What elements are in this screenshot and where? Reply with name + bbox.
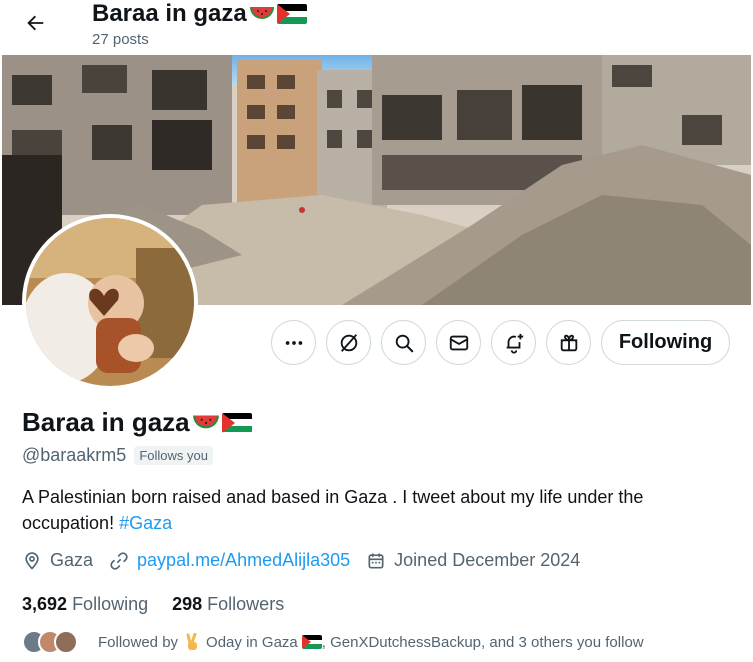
arrow-left-icon [27, 15, 44, 31]
following-count: 3,692 [22, 594, 68, 614]
search-button[interactable] [381, 320, 426, 365]
followed-by-user1: Oday in Gaza [206, 633, 298, 651]
avatar-image [26, 218, 194, 386]
subscribe-gift-button[interactable] [546, 320, 591, 365]
palestine-flag-icon [276, 4, 307, 24]
followed-by-prefix: Followed by [98, 633, 179, 651]
calendar-icon [368, 553, 384, 568]
profile-bio: A Palestinian born raised anad based in … [22, 484, 722, 536]
posts-count: 27 posts [92, 31, 149, 48]
header-title: Baraa in gaza [92, 0, 307, 28]
notify-button[interactable] [491, 320, 536, 365]
location-text: Gaza [50, 550, 94, 570]
bell-plus-icon [506, 333, 523, 354]
watermelon-emoji [192, 414, 219, 428]
handle-row: @baraakrm5 Follows you [22, 445, 213, 466]
grok-icon [340, 333, 357, 352]
user-handle: @baraakrm5 [22, 445, 127, 465]
follows-you-badge: Follows you [134, 446, 213, 465]
profile-avatar[interactable] [22, 214, 198, 390]
followed-by-row[interactable]: Followed by Oday in Gaza , GenXDutchessB… [22, 630, 644, 654]
joined-text: Joined December 2024 [394, 550, 581, 570]
more-button[interactable] [271, 320, 316, 365]
palestine-flag-icon [301, 635, 322, 649]
avatar [54, 630, 78, 654]
followed-by-avatars [22, 630, 78, 654]
back-button[interactable] [16, 4, 54, 42]
bio-text: A Palestinian born raised anad based in … [22, 487, 644, 533]
bio-hashtag-link[interactable]: #Gaza [119, 513, 172, 533]
following-button[interactable]: Following [601, 320, 730, 365]
follow-counts: 3,692 Following 298 Followers [22, 594, 284, 615]
more-dots-icon [285, 340, 302, 345]
gift-icon [560, 334, 577, 351]
website-link[interactable]: paypal.me/AhmedAlijla305 [137, 550, 350, 571]
profile-display-name: Baraa in gaza [22, 407, 252, 438]
followers-count-link[interactable]: 298 Followers [172, 594, 284, 615]
grok-button[interactable] [326, 320, 371, 365]
location-pin-icon [25, 551, 39, 570]
website-item: paypal.me/AhmedAlijla305 [109, 550, 350, 571]
location-item: Gaza [22, 550, 93, 571]
watermelon-emoji [249, 7, 274, 19]
followers-label: Followers [207, 594, 285, 614]
followers-count: 298 [172, 594, 203, 614]
search-icon [395, 334, 413, 352]
victory-hand-emoji [186, 633, 198, 650]
followed-by-rest: , GenXDutchessBackup, and 3 others you f… [321, 633, 644, 651]
top-bar: Baraa in gaza 27 posts [0, 0, 753, 55]
profile-meta: Gaza paypal.me/AhmedAlijla305 Joined Dec… [22, 550, 596, 571]
palestine-flag-icon [221, 412, 252, 433]
following-label: Following [72, 594, 149, 614]
following-count-link[interactable]: 3,692 Following [22, 594, 148, 615]
profile-action-row [271, 320, 591, 365]
header-name: Baraa in gaza [92, 0, 247, 27]
link-icon [110, 551, 128, 570]
mail-icon [449, 335, 468, 350]
display-name-text: Baraa in gaza [22, 407, 190, 437]
message-button[interactable] [436, 320, 481, 365]
joined-item: Joined December 2024 [366, 550, 580, 571]
